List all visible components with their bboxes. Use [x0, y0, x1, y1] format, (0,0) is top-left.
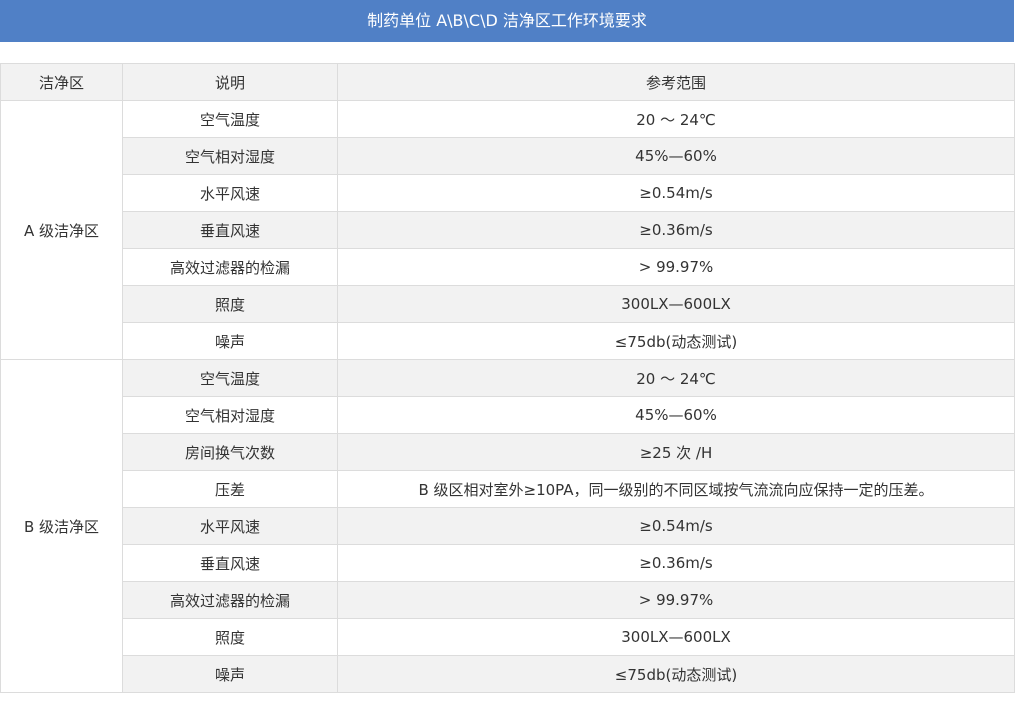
table-row: 高效过滤器的检漏 > 99.97% — [1, 581, 1015, 619]
range-cell: ≥0.36m/s — [337, 211, 1015, 249]
table-row: 水平风速 ≥0.54m/s — [1, 174, 1015, 212]
range-cell: B 级区相对室外≥10PA，同一级别的不同区域按气流流向应保持一定的压差。 — [337, 470, 1015, 508]
range-cell: 300LX—600LX — [337, 285, 1015, 323]
item-cell: 空气温度 — [122, 100, 338, 138]
cleanroom-requirements-table: 洁净区 说明 参考范围 A 级洁净区 空气温度 20 ～ 24℃ 空气相对湿度 … — [0, 63, 1015, 693]
range-cell: 45%—60% — [337, 137, 1015, 175]
range-cell: ≥25 次 /H — [337, 433, 1015, 471]
header-zone: 洁净区 — [0, 63, 123, 101]
header-description: 说明 — [122, 63, 338, 101]
item-cell: 空气相对湿度 — [122, 396, 338, 434]
item-cell: 高效过滤器的检漏 — [122, 248, 338, 286]
table-row: 空气相对湿度 45%—60% — [1, 396, 1015, 434]
range-cell: 20 ～ 24℃ — [337, 100, 1015, 138]
range-cell: 45%—60% — [337, 396, 1015, 434]
page-title: 制药单位 A\B\C\D 洁净区工作环境要求 — [0, 0, 1014, 42]
table-row: 空气相对湿度 45%—60% — [1, 137, 1015, 175]
range-cell: > 99.97% — [337, 248, 1015, 286]
item-cell: 垂直风速 — [122, 211, 338, 249]
table-row: 水平风速 ≥0.54m/s — [1, 507, 1015, 545]
item-cell: 空气温度 — [122, 359, 338, 397]
range-cell: ≤75db(动态测试) — [337, 655, 1015, 693]
header-reference-range: 参考范围 — [337, 63, 1015, 101]
table-row: 噪声 ≤75db(动态测试) — [1, 655, 1015, 693]
item-cell: 水平风速 — [122, 507, 338, 545]
item-cell: 噪声 — [122, 322, 338, 360]
range-cell: ≥0.54m/s — [337, 507, 1015, 545]
table-row: 房间换气次数 ≥25 次 /H — [1, 433, 1015, 471]
item-cell: 照度 — [122, 285, 338, 323]
item-cell: 压差 — [122, 470, 338, 508]
zone-cell-a: A 级洁净区 — [0, 100, 123, 360]
table-row: B 级洁净区 空气温度 20 ～ 24℃ — [0, 359, 1015, 693]
item-cell: 空气相对湿度 — [122, 137, 338, 175]
table-row: 压差 B 级区相对室外≥10PA，同一级别的不同区域按气流流向应保持一定的压差。 — [1, 470, 1015, 508]
range-cell: ≤75db(动态测试) — [337, 322, 1015, 360]
zone-cell-b: B 级洁净区 — [0, 359, 123, 693]
item-cell: 垂直风速 — [122, 544, 338, 582]
table-row: 噪声 ≤75db(动态测试) — [1, 322, 1015, 360]
range-cell: 20 ～ 24℃ — [337, 359, 1015, 397]
item-cell: 高效过滤器的检漏 — [122, 581, 338, 619]
item-cell: 噪声 — [122, 655, 338, 693]
table-row: 照度 300LX—600LX — [1, 618, 1015, 656]
range-cell: 300LX—600LX — [337, 618, 1015, 656]
item-cell: 水平风速 — [122, 174, 338, 212]
table-row: 照度 300LX—600LX — [1, 285, 1015, 323]
range-cell: > 99.97% — [337, 581, 1015, 619]
table-row: 垂直风速 ≥0.36m/s — [1, 544, 1015, 582]
range-cell: ≥0.54m/s — [337, 174, 1015, 212]
item-cell: 照度 — [122, 618, 338, 656]
table-header-row: 洁净区 说明 参考范围 — [0, 63, 1015, 101]
table-row: 垂直风速 ≥0.36m/s — [1, 211, 1015, 249]
table-row: 高效过滤器的检漏 > 99.97% — [1, 248, 1015, 286]
range-cell: ≥0.36m/s — [337, 544, 1015, 582]
item-cell: 房间换气次数 — [122, 433, 338, 471]
table-row: A 级洁净区 空气温度 20 ～ 24℃ — [0, 100, 1015, 360]
